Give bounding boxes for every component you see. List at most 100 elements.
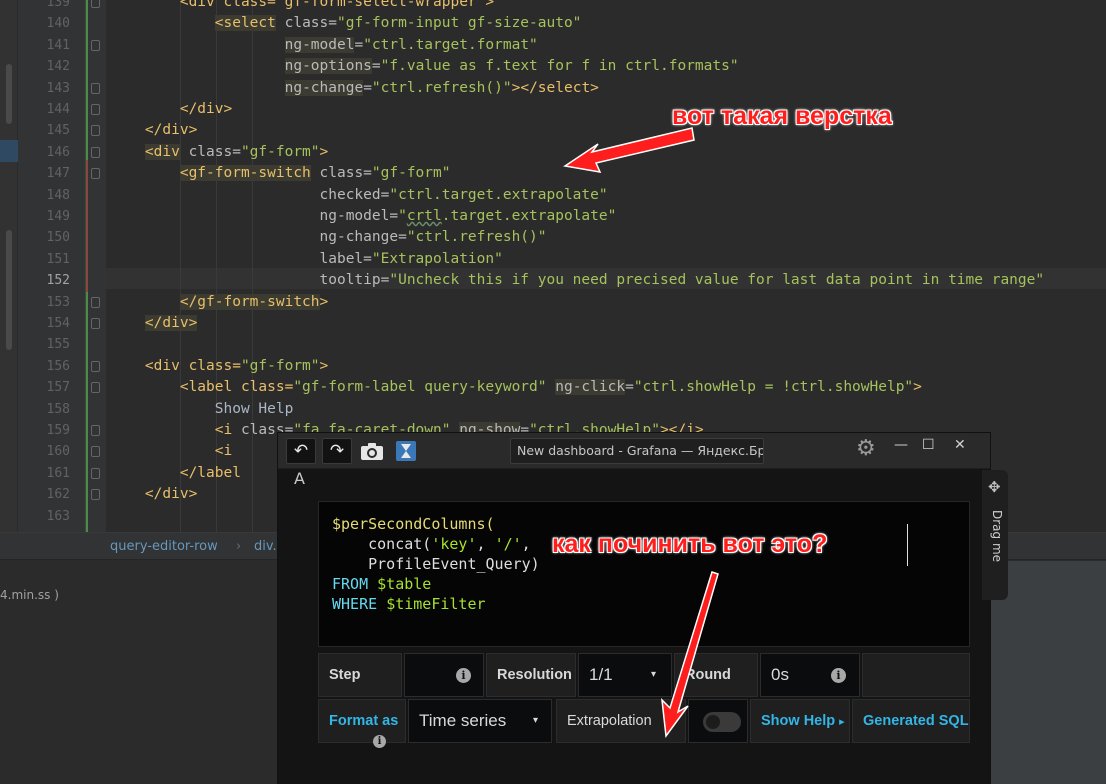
- code-line[interactable]: <gf-form-switch class="gf-form": [110, 163, 450, 184]
- code-line[interactable]: <select class="gf-form-input gf-size-aut…: [110, 13, 581, 34]
- code-line[interactable]: ng-model="crtl.target.extrapolate": [110, 206, 617, 227]
- code-token: <div: [144, 143, 180, 160]
- code-token: Show Help: [110, 400, 294, 417]
- fold-marker-icon[interactable]: [91, 146, 100, 158]
- gear-icon[interactable]: ⚙: [856, 436, 876, 461]
- redo-icon: ↷: [329, 441, 345, 461]
- resolution-select[interactable]: 1/1 ▾: [578, 653, 672, 697]
- info-icon[interactable]: i: [831, 668, 846, 683]
- options-row-1: Step i Resolution 1/1 ▾ Round 0s i: [318, 653, 970, 697]
- code-line[interactable]: <div class="gf-form">: [110, 142, 328, 163]
- left-scroll-thumb[interactable]: [6, 64, 12, 124]
- resolution-label: Resolution: [486, 653, 576, 697]
- info-icon[interactable]: i: [373, 735, 386, 748]
- fold-marker-icon[interactable]: [91, 467, 100, 479]
- code-line[interactable]: <label class="gf-form-label query-keywor…: [110, 377, 922, 398]
- fold-marker-icon[interactable]: [91, 104, 100, 115]
- resolution-value: 1/1: [589, 665, 613, 684]
- code-token: </div>: [110, 486, 198, 503]
- line-number: 157: [46, 380, 70, 396]
- close-button[interactable]: ✕: [954, 437, 966, 453]
- extrapolation-toggle[interactable]: [703, 712, 741, 732]
- code-token: <i: [110, 443, 233, 460]
- step-input[interactable]: i: [404, 653, 484, 697]
- code-line[interactable]: <div class="gf-form-select-wrapper">: [110, 0, 494, 13]
- camera-icon[interactable]: [360, 441, 384, 461]
- fold-marker-icon[interactable]: [91, 489, 100, 501]
- fold-marker-icon[interactable]: [91, 296, 100, 308]
- code-token: "Extrapolation": [371, 250, 503, 267]
- code-token: ng-click: [555, 379, 626, 396]
- line-number: 146: [46, 144, 70, 160]
- show-help-button[interactable]: Show Help ▸: [750, 699, 850, 743]
- code-line[interactable]: ng-change="ctrl.refresh()": [110, 227, 547, 248]
- fold-marker-icon[interactable]: [91, 168, 100, 180]
- query-token: FROM: [332, 575, 378, 593]
- fold-marker-icon[interactable]: [91, 125, 100, 137]
- code-line[interactable]: label="Extrapolation": [110, 249, 503, 270]
- code-line[interactable]: <div class="gf-form">: [110, 356, 328, 377]
- query-token: concat(: [332, 535, 432, 553]
- code-token: =: [625, 379, 634, 396]
- fold-marker-icon[interactable]: [91, 360, 100, 372]
- code-token: <label class=: [110, 379, 294, 396]
- code-line[interactable]: </div>: [110, 484, 197, 505]
- query-token: $table: [377, 575, 432, 593]
- breadcrumb-item-div[interactable]: div.: [254, 539, 277, 554]
- format-as-value: Time series: [419, 711, 507, 730]
- code-line[interactable]: <i: [110, 441, 232, 462]
- code-line[interactable]: tooltip="Uncheck this if you need precis…: [110, 270, 1045, 291]
- fold-marker-icon[interactable]: [91, 446, 100, 458]
- fold-marker-icon[interactable]: [91, 318, 100, 329]
- code-token: >: [319, 143, 329, 160]
- code-line[interactable]: ng-options="f.value as f.text for f in c…: [110, 56, 739, 77]
- maximize-button[interactable]: ☐: [922, 437, 935, 453]
- code-line[interactable]: Show Help: [110, 399, 294, 420]
- generated-sql-button[interactable]: Generated SQL: [852, 699, 970, 743]
- fold-marker-icon[interactable]: [91, 82, 100, 94]
- format-as-label: Format as: [318, 699, 406, 743]
- code-line[interactable]: </div>: [110, 120, 197, 141]
- round-label: Round: [674, 653, 758, 697]
- query-token: $perSecondColumns(: [332, 515, 495, 533]
- fold-marker-icon[interactable]: [91, 425, 100, 436]
- file-tab-fragment[interactable]: 4.min.ss ): [0, 588, 59, 602]
- minimize-button[interactable]: —: [894, 437, 908, 453]
- query-line[interactable]: concat('key', '/',: [332, 534, 540, 554]
- code-line[interactable]: </div>: [110, 313, 198, 334]
- left-scroll-thumb-2[interactable]: [6, 230, 12, 350]
- query-line[interactable]: ProfileEvent_Query): [332, 554, 540, 574]
- code-token: "ctrl.target.format": [363, 36, 538, 53]
- code-line[interactable]: </gf-form-switch>: [110, 292, 328, 313]
- extrapolation-switch-cell[interactable]: [688, 699, 748, 743]
- undo-button[interactable]: ↶: [286, 438, 316, 464]
- format-as-select[interactable]: Time series ▾: [408, 699, 552, 743]
- fold-marker-icon[interactable]: [91, 382, 100, 394]
- line-number: 148: [46, 187, 70, 203]
- breadcrumb-item-query-editor-row[interactable]: query-editor-row: [110, 539, 218, 554]
- code-line[interactable]: ng-model="ctrl.target.format": [110, 35, 538, 56]
- code-line[interactable]: ng-change="ctrl.refresh()"></select>: [110, 78, 599, 99]
- query-line[interactable]: WHERE $timeFilter: [332, 594, 486, 614]
- query-line[interactable]: $perSecondColumns(: [332, 514, 495, 534]
- code-token: =: [354, 36, 364, 53]
- code-line[interactable]: </div>: [110, 99, 232, 120]
- code-line[interactable]: </label: [110, 463, 241, 484]
- hourglass-icon[interactable]: [396, 441, 416, 461]
- query-ref-id[interactable]: A: [294, 469, 305, 488]
- fold-marker-icon[interactable]: [91, 39, 100, 51]
- drag-me-panel[interactable]: ✥ Drag me: [982, 470, 1008, 600]
- redo-button[interactable]: ↷: [322, 438, 352, 464]
- query-line[interactable]: FROM $table: [332, 574, 431, 594]
- vcs-modified-bar: [86, 160, 88, 292]
- code-line[interactable]: checked="ctrl.target.extrapolate": [110, 185, 608, 206]
- left-toolbar-strip: [0, 0, 18, 560]
- sql-query-editor[interactable]: $perSecondColumns( concat('key', '/', Pr…: [318, 501, 970, 647]
- code-token: class=: [275, 15, 337, 32]
- move-icon[interactable]: ✥: [988, 478, 1001, 496]
- fold-marker-icon[interactable]: [91, 0, 100, 8]
- info-icon[interactable]: i: [456, 668, 471, 683]
- round-input[interactable]: 0s i: [760, 653, 860, 697]
- grafana-browser-window: ↶ ↷ New dashboard - Grafana — Яндекс.Бра…: [278, 433, 990, 784]
